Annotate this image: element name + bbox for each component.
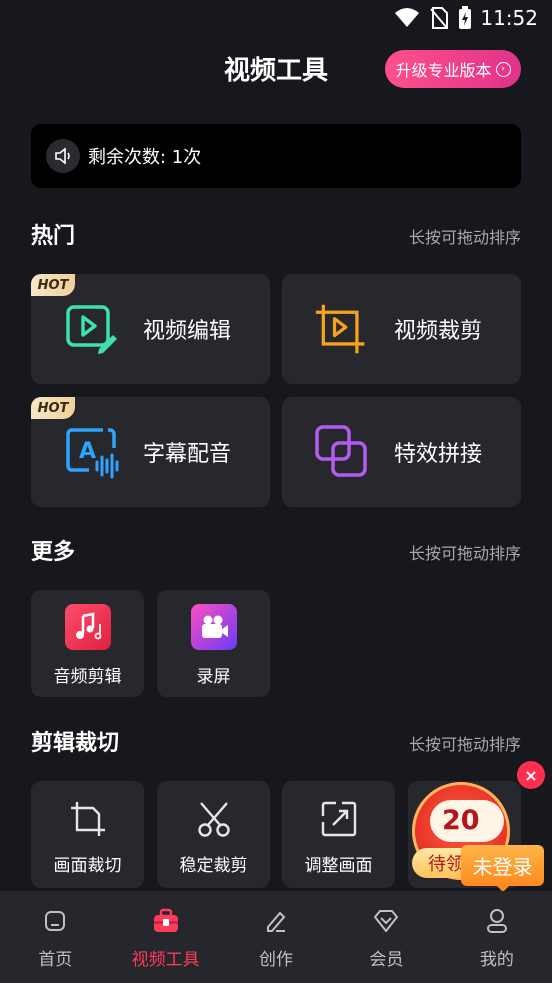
arrow-right-icon: › bbox=[495, 61, 511, 77]
nav-label: 首页 bbox=[38, 950, 73, 970]
nav-item-video-tools[interactable]: 视频工具 bbox=[110, 891, 220, 983]
close-icon[interactable]: × bbox=[517, 761, 545, 789]
status-icons bbox=[394, 6, 472, 30]
crop-icon bbox=[68, 799, 108, 839]
promo-amount: 20 bbox=[442, 805, 480, 836]
tool-card-label: 视频裁剪 bbox=[394, 319, 483, 344]
tool-card-label: 字幕配音 bbox=[143, 442, 232, 467]
tool-card-effect-merge[interactable]: 特效拼接 bbox=[282, 397, 521, 507]
tool-card-stabilize-crop[interactable]: 稳定裁剪 bbox=[157, 781, 270, 888]
nav-label: 我的 bbox=[479, 950, 514, 970]
battery-charging-icon bbox=[459, 6, 471, 29]
user-icon bbox=[485, 907, 509, 935]
video-edit-icon bbox=[63, 301, 119, 357]
nav-item-mine[interactable]: 我的 bbox=[442, 891, 552, 983]
nav-label: 会员 bbox=[369, 950, 404, 970]
speaker-icon bbox=[46, 139, 80, 173]
nav-item-membership[interactable]: 会员 bbox=[331, 891, 441, 983]
tool-card-label: 调整画面 bbox=[304, 856, 373, 876]
nav-label: 创作 bbox=[259, 950, 294, 970]
upgrade-button[interactable]: 升级专业版本 › bbox=[385, 50, 521, 88]
effect-merge-icon bbox=[314, 424, 370, 480]
remaining-count-text: 剩余次数: 1次 bbox=[88, 147, 202, 168]
tool-card-audio-edit[interactable]: 音频剪辑 bbox=[31, 590, 144, 697]
nav-item-create[interactable]: 创作 bbox=[221, 891, 331, 983]
music-icon bbox=[64, 604, 111, 650]
tool-card-label: 画面裁切 bbox=[53, 856, 122, 876]
remaining-count-bar: 剩余次数: 1次 bbox=[31, 124, 521, 188]
subtitle-voice-icon: A bbox=[63, 424, 119, 480]
home-icon bbox=[43, 907, 67, 935]
scissors-icon bbox=[194, 799, 234, 839]
tool-card-subtitle-voice[interactable]: HOT A 字幕配音 bbox=[31, 397, 270, 507]
tool-card-adjust-frame[interactable]: 调整画面 bbox=[282, 781, 395, 888]
screen-record-icon bbox=[190, 604, 237, 650]
bottom-nav: 首页 视频工具 创作 会员 我的 bbox=[0, 891, 552, 983]
tool-card-screen-record[interactable]: 录屏 bbox=[157, 590, 270, 697]
login-badge[interactable]: 未登录 bbox=[461, 845, 544, 886]
status-time: 11:52 bbox=[480, 6, 538, 30]
upgrade-label: 升级专业版本 bbox=[395, 61, 492, 80]
tool-card-video-crop[interactable]: 视频裁剪 bbox=[282, 274, 521, 384]
section-title-hot: 热门 bbox=[31, 224, 76, 249]
diamond-icon bbox=[373, 907, 399, 935]
section-hint-cut: 长按可拖动排序 bbox=[408, 735, 521, 754]
wifi-icon bbox=[395, 8, 419, 27]
tool-card-frame-crop[interactable]: 画面裁切 bbox=[31, 781, 144, 888]
tool-card-label: 稳定裁剪 bbox=[179, 856, 248, 876]
video-crop-icon bbox=[314, 301, 370, 357]
hot-badge: HOT bbox=[31, 397, 75, 419]
toolbox-icon bbox=[152, 907, 180, 935]
section-hint-hot: 长按可拖动排序 bbox=[408, 228, 521, 247]
nav-item-home[interactable]: 首页 bbox=[0, 891, 110, 983]
tool-card-label: 音频剪辑 bbox=[53, 667, 122, 687]
nav-label: 视频工具 bbox=[131, 950, 200, 970]
section-hint-more: 长按可拖动排序 bbox=[408, 544, 521, 563]
tool-card-video-edit[interactable]: HOT 视频编辑 bbox=[31, 274, 270, 384]
tool-card-label: 录屏 bbox=[196, 667, 231, 687]
resize-icon bbox=[319, 799, 359, 839]
tool-card-label: 特效拼接 bbox=[394, 442, 483, 467]
section-title-cut: 剪辑裁切 bbox=[31, 731, 120, 756]
hot-badge: HOT bbox=[31, 274, 75, 296]
svg-text:A: A bbox=[79, 439, 96, 464]
section-title-more: 更多 bbox=[31, 540, 76, 565]
tool-card-label: 视频编辑 bbox=[143, 319, 232, 344]
pen-icon bbox=[264, 907, 288, 935]
no-sim-icon bbox=[430, 7, 448, 29]
